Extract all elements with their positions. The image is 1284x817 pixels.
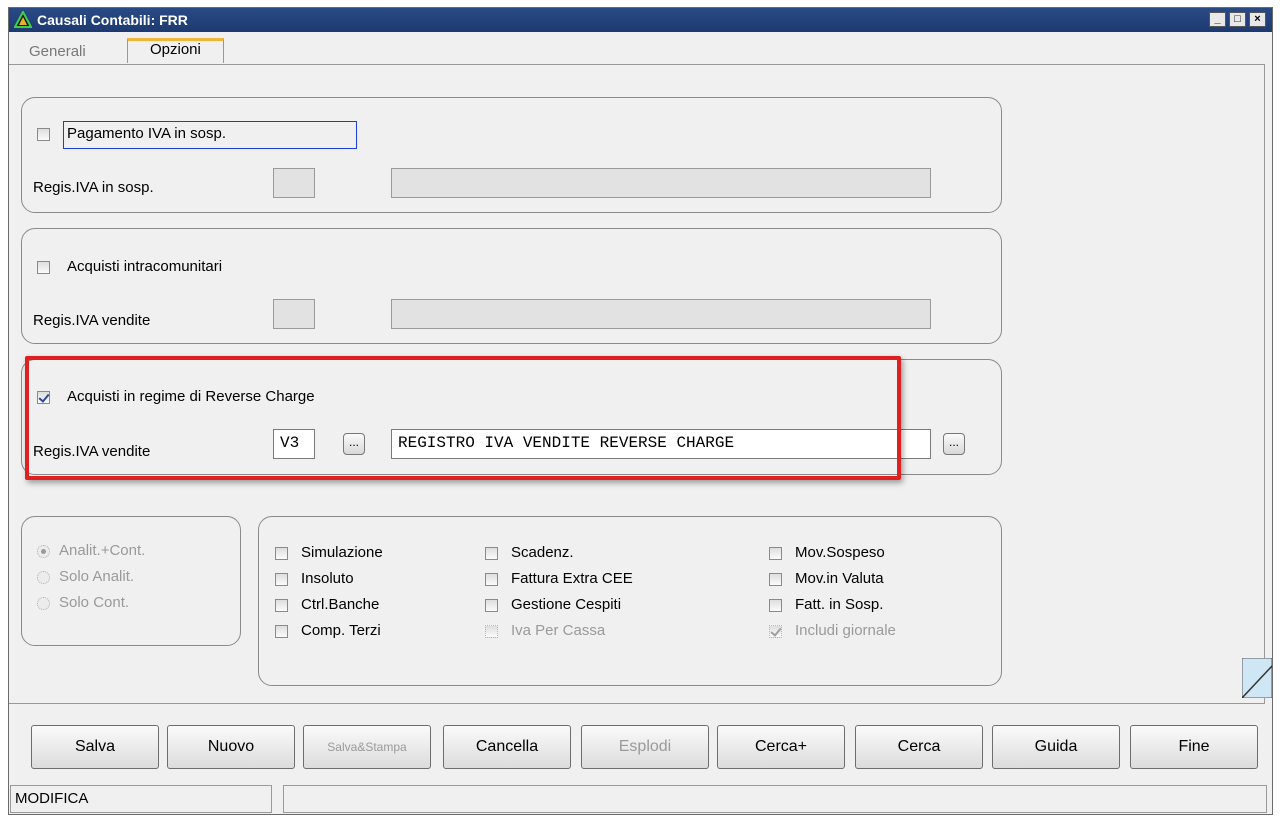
fine-button[interactable]: Fine: [1130, 725, 1258, 769]
status-mode: MODIFICA: [10, 785, 272, 813]
simulazione-checkbox[interactable]: [275, 547, 288, 560]
comp-terzi-checkbox[interactable]: [275, 625, 288, 638]
regis-iva-sosp-code-input[interactable]: [273, 168, 315, 198]
tab-bar: Generali Opzioni: [9, 34, 1272, 63]
insoluto-checkbox[interactable]: [275, 573, 288, 586]
highlight-annotation: [25, 356, 901, 480]
includi-giornale-label[interactable]: Includi giornale: [795, 622, 896, 639]
regis-iva-intra-desc-input[interactable]: [391, 299, 931, 329]
radio-solo-analit[interactable]: [37, 571, 50, 584]
fatt-in-sosp-label[interactable]: Fatt. in Sosp.: [795, 596, 883, 613]
pagamento-iva-label[interactable]: Pagamento IVA in sosp.: [67, 125, 226, 142]
corner-fold-icon: [1242, 658, 1272, 698]
regis-iva-sosp-desc-input[interactable]: [391, 168, 931, 198]
radio-solo-cont[interactable]: [37, 597, 50, 610]
radio-solo-analit-label[interactable]: Solo Analit.: [59, 568, 134, 585]
regis-iva-intra-label: Regis.IVA vendite: [33, 312, 151, 329]
includi-giornale-checkbox[interactable]: [769, 625, 782, 638]
fattura-extra-cee-checkbox[interactable]: [485, 573, 498, 586]
cancella-button[interactable]: Cancella: [443, 725, 571, 769]
fattura-extra-cee-label[interactable]: Fattura Extra CEE: [511, 570, 633, 587]
gestione-cespiti-label[interactable]: Gestione Cespiti: [511, 596, 621, 613]
regis-iva-intra-code-input[interactable]: [273, 299, 315, 329]
minimize-button[interactable]: _: [1209, 12, 1226, 27]
scadenz-label[interactable]: Scadenz.: [511, 544, 574, 561]
regis-iva-sosp-label: Regis.IVA in sosp.: [33, 179, 154, 196]
salva-button[interactable]: Salva: [31, 725, 159, 769]
iva-per-cassa-checkbox[interactable]: [485, 625, 498, 638]
comp-terzi-label[interactable]: Comp. Terzi: [301, 622, 381, 639]
ctrl-banche-label[interactable]: Ctrl.Banche: [301, 596, 379, 613]
fatt-in-sosp-checkbox[interactable]: [769, 599, 782, 612]
acquisti-intra-checkbox[interactable]: [37, 261, 50, 274]
mov-in-valuta-checkbox[interactable]: [769, 573, 782, 586]
radio-analit-cont-label[interactable]: Analit.+Cont.: [59, 542, 145, 559]
mov-in-valuta-label[interactable]: Mov.in Valuta: [795, 570, 884, 587]
acquisti-intra-label[interactable]: Acquisti intracomunitari: [67, 258, 222, 275]
cerca-button[interactable]: Cerca: [855, 725, 983, 769]
guida-button[interactable]: Guida: [992, 725, 1120, 769]
title-bar[interactable]: Causali Contabili: FRR _ □ ×: [9, 8, 1272, 32]
scadenz-checkbox[interactable]: [485, 547, 498, 560]
insoluto-label[interactable]: Insoluto: [301, 570, 354, 587]
iva-per-cassa-label[interactable]: Iva Per Cassa: [511, 622, 605, 639]
ctrl-banche-checkbox[interactable]: [275, 599, 288, 612]
radio-analit-cont[interactable]: [37, 545, 50, 558]
tab-opzioni[interactable]: Opzioni: [127, 38, 224, 63]
maximize-button[interactable]: □: [1229, 12, 1246, 27]
tab-generali[interactable]: Generali: [19, 42, 96, 64]
mov-sospeso-label[interactable]: Mov.Sospeso: [795, 544, 885, 561]
window-title: Causali Contabili: FRR: [37, 12, 188, 28]
radio-solo-cont-label[interactable]: Solo Cont.: [59, 594, 129, 611]
nuovo-button[interactable]: Nuovo: [167, 725, 295, 769]
main-window: Causali Contabili: FRR _ □ × Generali Op…: [8, 7, 1273, 815]
cerca-plus-button[interactable]: Cerca+: [717, 725, 845, 769]
desc-lookup-button[interactable]: ...: [943, 433, 965, 455]
simulazione-label[interactable]: Simulazione: [301, 544, 383, 561]
close-button[interactable]: ×: [1249, 12, 1266, 27]
app-triangle-icon: [14, 11, 32, 28]
status-message: [283, 785, 1267, 813]
salva-stampa-button[interactable]: Salva&Stampa: [303, 725, 431, 769]
pagamento-iva-checkbox[interactable]: [37, 128, 50, 141]
esplodi-button[interactable]: Esplodi: [581, 725, 709, 769]
gestione-cespiti-checkbox[interactable]: [485, 599, 498, 612]
mov-sospeso-checkbox[interactable]: [769, 547, 782, 560]
